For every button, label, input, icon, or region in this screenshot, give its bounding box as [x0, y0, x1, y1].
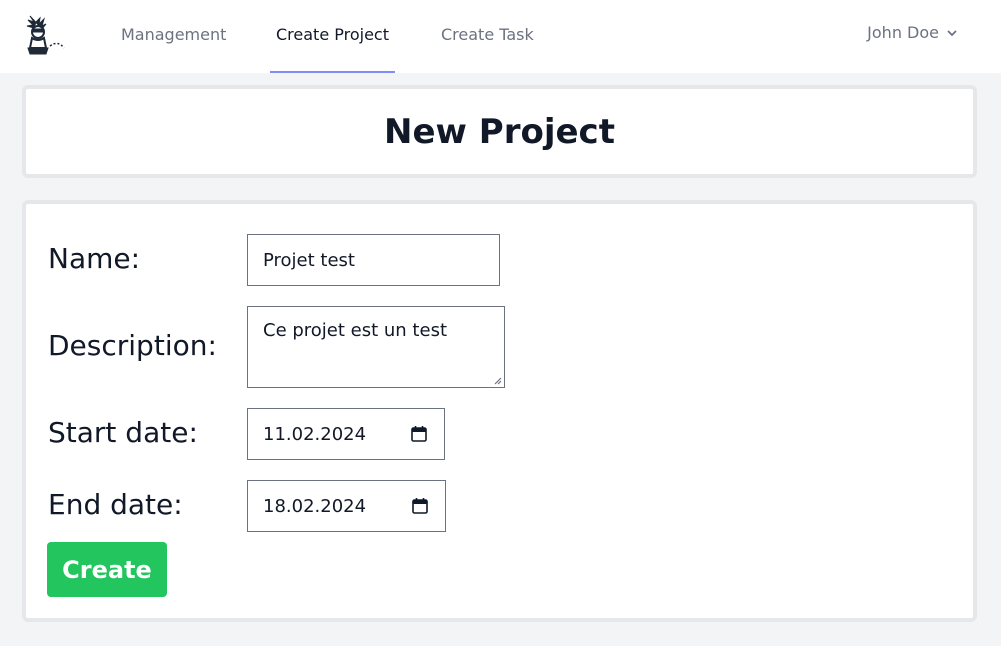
description-textarea[interactable]: Ce projet est un test: [247, 306, 505, 388]
title-card: New Project: [22, 85, 977, 178]
start-date-label: Start date:: [48, 416, 198, 449]
start-date-input[interactable]: 11.02.2024: [247, 408, 445, 460]
logo-icon[interactable]: [20, 10, 68, 58]
nav-link-create-task[interactable]: Create Task: [441, 0, 534, 73]
chevron-down-icon: [947, 30, 957, 37]
create-button[interactable]: Create: [47, 542, 167, 597]
nav-link-create-project[interactable]: Create Project: [276, 0, 389, 73]
page-title: New Project: [384, 111, 615, 152]
nav-link-management[interactable]: Management: [121, 0, 226, 73]
calendar-icon[interactable]: [411, 497, 429, 515]
start-date-value: 11.02.2024: [263, 423, 367, 445]
description-textarea-value: Ce projet est un test: [263, 320, 447, 341]
end-date-value: 18.02.2024: [263, 495, 367, 517]
name-input-value: Projet test: [263, 249, 355, 271]
user-name: John Doe: [867, 23, 939, 42]
calendar-icon[interactable]: [410, 425, 428, 443]
user-menu[interactable]: John Doe: [867, 0, 957, 66]
name-label: Name:: [48, 242, 141, 275]
resize-grip-icon[interactable]: [492, 375, 502, 385]
end-date-input[interactable]: 18.02.2024: [247, 480, 446, 532]
top-navbar: Management Create Project Create Task Jo…: [0, 0, 1001, 73]
name-input[interactable]: Projet test: [247, 234, 500, 286]
description-label: Description:: [48, 329, 217, 362]
project-form: Name: Projet test Description: Ce projet…: [22, 200, 977, 622]
active-tab-indicator: [270, 71, 395, 73]
end-date-label: End date:: [48, 488, 183, 521]
